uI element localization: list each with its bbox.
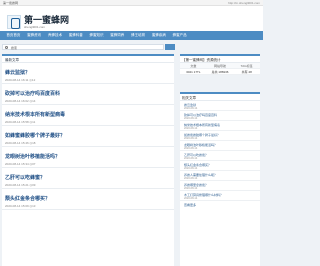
stats-value: 3021 17TL — [180, 69, 207, 75]
nav-item-feeding[interactable]: 蜜蜂饲养 — [110, 33, 124, 38]
related-panel: 相关文章 蜂云监狱 2020-08-14 砍掉可以治疗吗百度百科 2020-08-1… — [180, 92, 260, 266]
related-item[interactable]: 龙眼树治叶移植能活吗？ 2020-08-14 — [180, 141, 260, 151]
list-item[interactable]: 如蜂蜜蜂胶哪个牌子最好？ 2020-08-14 15:46 ◎18 — [2, 126, 174, 147]
nav-item-products[interactable]: 蜂蜜产品 — [173, 33, 187, 38]
related-item[interactable]: 乙肝可以吃蜂蜜？ 2020-08-14 — [180, 151, 260, 161]
stats-value: 共有 48 — [233, 69, 260, 75]
related-item[interactable]: 养蜂人需要处理什么呢？ 2020-08-14 — [180, 171, 260, 181]
related-item[interactable]: 如蜂蜜蜂胶哪个牌子最好？ 2020-08-14 — [180, 131, 260, 141]
post-meta: 2020-08-14 16:11 ◎12 — [5, 78, 36, 82]
post-meta: 2020-08-14 15:34 ◎07 — [5, 162, 36, 166]
logo-icon — [7, 15, 21, 29]
list-item[interactable]: 蜂云监狱？ 2020-08-14 16:11 ◎12 — [2, 63, 174, 84]
list-item[interactable]: 龙眼树治叶移植能活吗？ 2020-08-14 15:34 ◎07 — [2, 147, 174, 168]
post-title[interactable]: 蜂云监狱？ — [5, 69, 30, 76]
top-strip-site-name: 第一蜜蜂网 — [3, 1, 19, 5]
stats-table: 文章 网站导航 TAG标签 3021 17TL 总共 186936 共有 48 — [180, 63, 260, 75]
post-title[interactable]: 如蜂蜜蜂胶哪个牌子最好？ — [5, 132, 65, 139]
nav-item-honey[interactable]: 蜂蜜知识 — [90, 33, 104, 38]
more-link-label[interactable]: 查看更多 — [184, 203, 196, 207]
related-date: 2020-08-14 — [184, 176, 198, 180]
more-link[interactable]: 查看更多 — [180, 201, 260, 209]
related-item[interactable]: 木工打算具修理哪什么材料？ 2020-08-14 — [180, 191, 260, 201]
post-meta: 2020-08-14 15:09 ◎13 — [5, 204, 36, 208]
nav-item-queen[interactable]: 蜂王培育 — [131, 33, 145, 38]
nav-item-tech[interactable]: 养蜂技术 — [48, 33, 62, 38]
article-list-heading: 最新文章 — [2, 56, 174, 63]
related-date: 2020-08-14 — [184, 106, 198, 110]
nav-item-home[interactable]: 首页首页 — [6, 33, 20, 38]
top-strip-url[interactable]: http://m.shengli001.com — [228, 1, 260, 5]
related-date: 2020-08-14 — [184, 146, 198, 150]
post-meta: 2020-08-14 15:21 ◎09 — [5, 183, 36, 187]
related-date: 2020-08-14 — [184, 126, 198, 130]
related-heading: 相关文章 — [180, 94, 260, 101]
post-meta: 2020-08-14 16:02 ◎14 — [5, 99, 36, 103]
post-title[interactable]: 纳米技术根本所有新型病毒 — [5, 111, 65, 118]
nav-item-disease[interactable]: 蜜蜂疾病 — [152, 33, 166, 38]
logo-text: 第一蜜蜂网 shengli001.com — [24, 14, 70, 29]
post-title[interactable]: 砍掉可以治疗吗百度百科 — [5, 90, 60, 97]
list-item[interactable]: 乙肝可以吃蜂蜜？ 2020-08-14 15:21 ◎09 — [2, 168, 174, 189]
article-list: 最新文章 蜂云监狱？ 2020-08-14 16:11 ◎12 砍掉可以治疗吗百… — [2, 54, 174, 266]
related-date: 2020-08-14 — [184, 186, 198, 190]
search-input[interactable]: 搜索 — [11, 46, 17, 50]
related-item[interactable]: 颓头红金条合哪买？ 2020-08-14 — [180, 161, 260, 171]
stats-panel: 【第一蜜蜂网】资源统计 文章 网站导航 TAG标签 3021 17TL 总共 1… — [180, 54, 260, 75]
related-date: 2020-08-14 — [184, 136, 198, 140]
stats-heading: 【第一蜜蜂网】资源统计 — [180, 56, 260, 63]
related-item[interactable]: 养蜂哪里拿蜂蜜？ 2020-08-14 — [180, 181, 260, 191]
related-date: 2020-08-14 — [184, 196, 198, 200]
search-icon — [5, 46, 8, 49]
nav-item-news[interactable]: 蜜蜂资讯 — [27, 33, 41, 38]
site-logo[interactable]: 第一蜜蜂网 shengli001.com — [7, 15, 69, 29]
post-title[interactable]: 龙眼树治叶移植能活吗？ — [5, 153, 60, 160]
list-item[interactable]: 砍掉可以治疗吗百度百科 2020-08-14 16:02 ◎14 — [2, 84, 174, 105]
stats-value: 总共 186936 — [206, 69, 234, 75]
post-title[interactable]: 乙肝可以吃蜂蜜？ — [5, 174, 45, 181]
logo-subtitle: shengli001.com — [24, 24, 46, 29]
related-item[interactable]: 纳米技术根本所有新型病毒 2020-08-14 — [180, 121, 260, 131]
site-header: 第一蜜蜂网 shengli001.com — [0, 6, 263, 31]
logo-title: 第一蜜蜂网 — [24, 14, 70, 25]
related-date: 2020-08-14 — [184, 116, 198, 120]
search-bar[interactable]: 搜索 — [2, 44, 164, 50]
related-date: 2020-08-14 — [184, 166, 198, 170]
post-title[interactable]: 颓头红金条合哪买？ — [5, 195, 50, 202]
main-nav: 首页首页 蜜蜂资讯 养蜂技术 蜜蜂科普 蜂蜜知识 蜜蜂饲养 蜂王培育 蜜蜂疾病 … — [0, 31, 263, 40]
related-date: 2020-08-14 — [184, 156, 198, 160]
list-item[interactable]: 颓头红金条合哪买？ 2020-08-14 15:09 ◎13 — [2, 189, 174, 210]
search-button[interactable] — [165, 44, 175, 50]
list-item[interactable]: 纳米技术根本所有新型病毒 2020-08-14 15:58 ◎11 — [2, 105, 174, 126]
nav-item-science[interactable]: 蜜蜂科普 — [69, 33, 83, 38]
post-meta: 2020-08-14 15:58 ◎11 — [5, 120, 36, 124]
post-meta: 2020-08-14 15:46 ◎18 — [5, 141, 36, 145]
related-item[interactable]: 砍掉可以治疗吗百度百科 2020-08-14 — [180, 111, 260, 121]
related-item[interactable]: 蜂云监狱 2020-08-14 — [180, 101, 260, 111]
